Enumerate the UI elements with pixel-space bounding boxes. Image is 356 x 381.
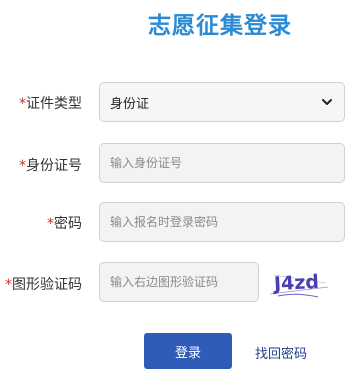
password-label: *密码: [0, 213, 82, 233]
captcha-label: *图形验证码: [0, 274, 82, 294]
id-number-label: *身份证号: [0, 155, 82, 175]
required-mark: *: [5, 277, 12, 293]
page-title: 志愿征集登录: [148, 13, 292, 39]
captcha-noise-curve: [277, 293, 319, 298]
captcha-label-text: 图形验证码: [12, 277, 82, 293]
required-mark: *: [19, 96, 26, 112]
id-number-input[interactable]: [99, 143, 345, 183]
forgot-password-link[interactable]: 找回密码: [255, 343, 307, 362]
captcha-image[interactable]: J4zd: [268, 263, 332, 301]
required-mark: *: [19, 158, 26, 174]
required-mark: *: [47, 216, 54, 232]
login-button[interactable]: 登录: [144, 333, 232, 369]
id-type-select[interactable]: 身份证: [99, 82, 345, 122]
password-input[interactable]: [99, 202, 345, 242]
password-label-text: 密码: [54, 216, 82, 232]
chevron-down-icon: [322, 99, 332, 105]
id-type-label: *证件类型: [0, 93, 82, 113]
captcha-input[interactable]: [99, 262, 259, 302]
id-type-selected-value: 身份证: [110, 96, 150, 112]
id-type-label-text: 证件类型: [26, 96, 82, 112]
captcha-text: J4zd: [271, 271, 319, 295]
id-number-label-text: 身份证号: [26, 158, 82, 174]
